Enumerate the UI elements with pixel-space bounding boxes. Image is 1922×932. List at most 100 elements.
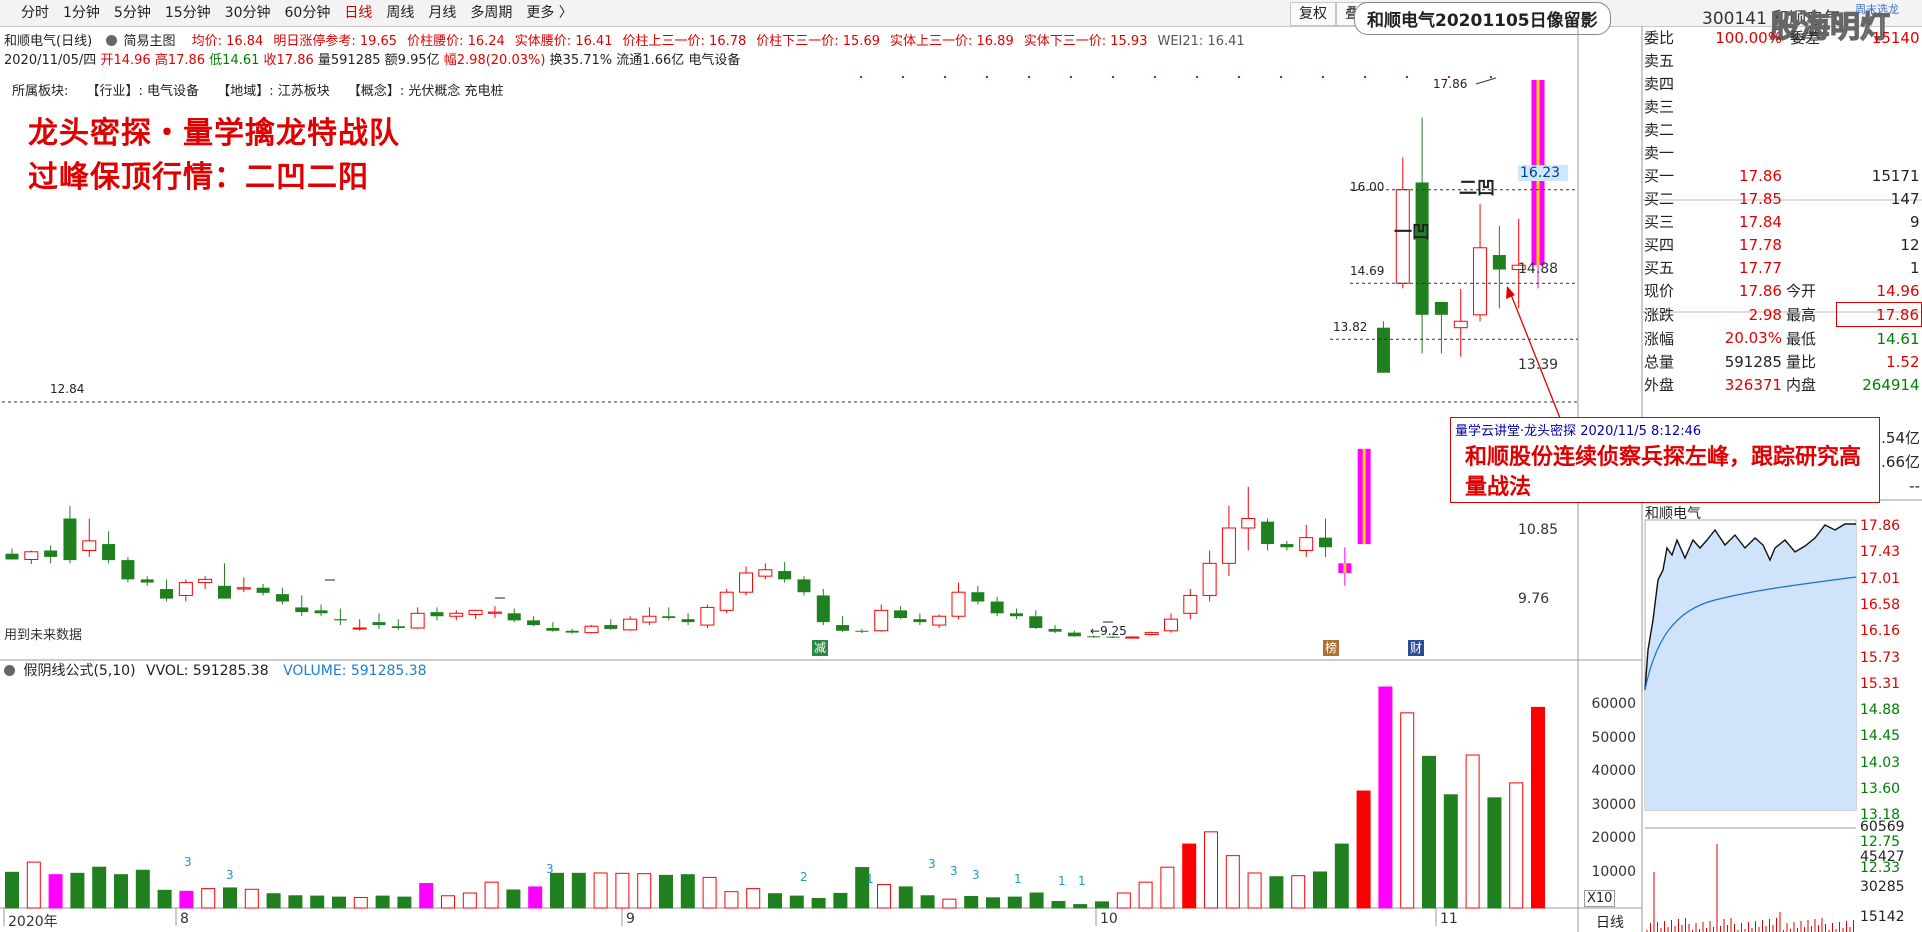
intraday-price-label: 17.43 [1860, 544, 1901, 561]
candle-body [275, 594, 289, 602]
candle-body [584, 625, 599, 634]
volume-bar [811, 897, 826, 909]
price-axis-label: 16.23 [1518, 165, 1568, 181]
volume-bar [1073, 904, 1088, 909]
volume-bar [157, 889, 172, 909]
candle-body [468, 609, 483, 615]
volume-bar [1509, 782, 1524, 909]
buy-row: 买二 17.85 147 [1644, 189, 1920, 209]
top-marker [1154, 76, 1156, 78]
top-marker [1238, 76, 1240, 78]
volume-panel-title: 假阴线公式(5,10) VVOL: 591285.38 VOLUME: 5912… [4, 660, 427, 680]
sell-row: 卖五 [1644, 52, 1675, 70]
candle-body [565, 630, 579, 633]
volume-axis-label: 40000 [1591, 763, 1636, 779]
label-erao: 二凹 [1459, 178, 1495, 199]
volume-ann-number: 1 [1014, 872, 1022, 886]
volume-axis-label: 10000 [1591, 863, 1636, 880]
candle-body [352, 627, 367, 630]
reduce-event-icon[interactable]: 减 [812, 640, 828, 656]
candle-body [82, 540, 97, 551]
volume-bar [310, 895, 325, 909]
sell-row: 卖二 [1644, 121, 1675, 139]
finance-event-icon[interactable]: 财 [1408, 640, 1424, 656]
volume-bar [484, 881, 499, 909]
volume-bar [1182, 843, 1197, 909]
candle-body [372, 622, 386, 626]
intraday-price-label: 14.88 [1860, 702, 1901, 719]
volume-bar [920, 895, 935, 909]
candle-body [236, 587, 251, 590]
sell-row: 卖四 [1644, 75, 1675, 93]
mid-mark: 14.69 [1350, 264, 1385, 278]
peak-mark: 16.00 [1350, 180, 1385, 194]
volume-bars [5, 686, 1545, 909]
low-mark: 13.82 [1333, 320, 1368, 334]
quote-partial-right: .54亿 .66亿 -- [1881, 429, 1920, 495]
stat-row: 现价 17.86 今开 14.96 [1644, 281, 1920, 301]
candle-body [256, 587, 270, 593]
volume-ann-number: 3 [546, 862, 554, 876]
callout-arrow-head [1506, 286, 1515, 299]
volume-bar [1225, 855, 1240, 909]
time-axis-label: 8 [180, 911, 189, 927]
bottom-mark: ←9.25 [1090, 624, 1127, 638]
volume-axis-label: 50000 [1591, 729, 1636, 746]
volume-bar [1400, 712, 1415, 909]
volume-ann-number: 1 [1058, 874, 1066, 888]
candle-body [5, 553, 19, 560]
candle-body [855, 630, 869, 632]
sell-row: 卖三 [1644, 98, 1675, 116]
candle-body [1280, 544, 1294, 548]
volume-bar [1007, 896, 1022, 909]
callout-arrow [1509, 291, 1561, 419]
volume-bar [789, 895, 804, 909]
candle-body [178, 582, 193, 596]
intraday-footer[interactable]: 日线 [1596, 912, 1624, 932]
candle-body [778, 571, 792, 580]
volume-bar [1422, 755, 1436, 909]
time-axis-label: 2020年 [8, 914, 58, 930]
intraday-price-label: 14.03 [1860, 754, 1901, 771]
volume-bar [1204, 831, 1218, 909]
candle-body [198, 578, 213, 584]
candle-body [1163, 618, 1178, 632]
candle-body-center [1362, 448, 1366, 545]
top-marker [902, 76, 904, 78]
volume-bar [746, 888, 761, 909]
high-pointer [1475, 77, 1497, 85]
candle-body [1299, 537, 1314, 551]
intraday-price-label: 17.01 [1860, 570, 1901, 587]
price-axis-label: 13.39 [1518, 357, 1559, 373]
rank-event-icon[interactable]: 榜 [1323, 640, 1339, 656]
indicator-gear-icon[interactable] [4, 665, 15, 676]
volume-bar [898, 886, 913, 909]
volume-bar [1487, 797, 1502, 909]
candle-body [1319, 537, 1333, 548]
candle-body [604, 625, 618, 629]
candle-body [1492, 255, 1506, 270]
volume-bar [593, 872, 608, 909]
top-marker [860, 76, 862, 78]
intraday-price-label: 12.75 [1860, 833, 1901, 850]
time-axis-label: 11 [1440, 911, 1458, 927]
price-axis-label: 10.85 [1518, 522, 1559, 538]
volume-bar [201, 888, 216, 909]
stat-row: 涨幅 20.03% 最低 14.61 [1644, 329, 1920, 348]
volume-axis-label: 20000 [1591, 830, 1636, 846]
volume-bar [1138, 881, 1153, 909]
volume-axis-label: 30000 [1591, 796, 1636, 813]
volume-bar [223, 887, 237, 909]
intraday-price-label: 15.31 [1860, 675, 1901, 692]
volume-bar [26, 861, 41, 909]
volume-bar [550, 872, 564, 909]
candle-body [527, 620, 541, 626]
stat-row: 总量 591285 量比 1.52 [1644, 352, 1920, 372]
top-marker [1028, 76, 1030, 78]
top-marker [1364, 76, 1366, 78]
volume-bar [288, 895, 303, 909]
volume-bar [637, 873, 652, 909]
volume-bar [833, 892, 848, 909]
candle-body [700, 606, 715, 626]
candle-body [1183, 594, 1198, 614]
